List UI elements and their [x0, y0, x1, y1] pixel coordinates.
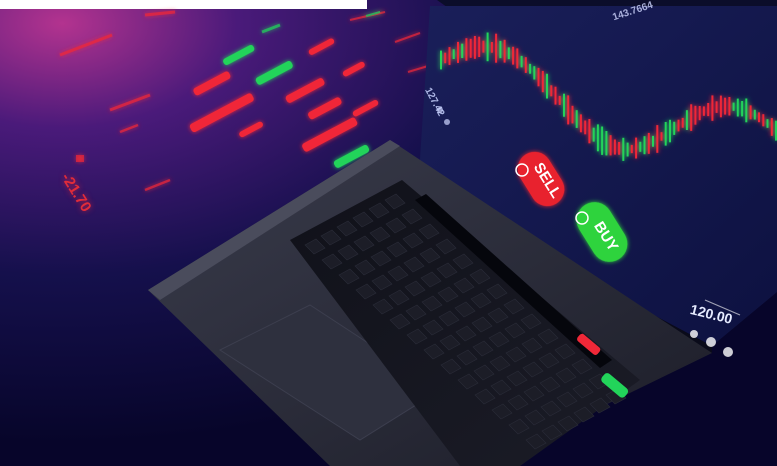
- screen-candle: [673, 121, 676, 135]
- screen-candle: [575, 110, 578, 128]
- screen-candle: [770, 118, 773, 136]
- screen-candle: [656, 125, 659, 153]
- screen-candle: [550, 85, 553, 97]
- screen-candle: [541, 70, 544, 93]
- screen-candle: [618, 142, 621, 155]
- trading-laptop-scene: -21.70 143.7664 127.42 120.00 SELL BUY: [0, 0, 777, 466]
- screen-candle: [766, 119, 769, 128]
- screen-candle: [694, 105, 697, 125]
- screen-candle: [762, 114, 765, 127]
- screen-candle: [554, 86, 557, 105]
- scene-illustration: [0, 0, 777, 466]
- screen-candle: [499, 40, 502, 59]
- screen-candle: [622, 137, 625, 161]
- top-white-strip: [0, 0, 367, 9]
- screen-candle: [652, 135, 654, 147]
- screen-candle: [592, 127, 595, 142]
- screen-candle: [444, 52, 447, 64]
- screen-candle: [473, 36, 476, 59]
- screen-candle: [537, 67, 540, 87]
- screen-candle: [452, 49, 455, 59]
- screen-candle: [533, 66, 536, 80]
- screen-candle: [440, 50, 442, 70]
- screen-candle: [719, 95, 722, 118]
- screen-candle: [469, 38, 472, 58]
- screen-candle: [690, 104, 693, 131]
- screen-candle: [609, 135, 612, 156]
- screen-candle: [495, 33, 498, 63]
- screen-candle: [630, 144, 633, 154]
- screen-candle: [512, 46, 515, 65]
- screen-candle: [465, 38, 468, 61]
- screen-candle: [507, 47, 510, 60]
- screen-candle: [698, 106, 701, 121]
- screen-candle: [486, 32, 489, 62]
- screen-candle: [728, 97, 731, 116]
- screen-candle: [753, 109, 756, 120]
- screen-candle: [664, 122, 667, 146]
- screen-candle: [702, 106, 705, 116]
- screen-candle: [626, 142, 629, 157]
- screen-candle: [579, 114, 582, 133]
- screen-candle: [563, 93, 565, 117]
- screen-candle: [669, 119, 671, 143]
- screen-candle: [749, 105, 752, 120]
- screen-candle: [711, 95, 714, 121]
- screen-candle: [643, 136, 646, 155]
- screen-candle: [520, 55, 523, 68]
- screen-candle: [639, 141, 642, 152]
- screen-candle: [736, 98, 739, 117]
- screen-candle: [724, 97, 727, 115]
- screen-candle: [490, 42, 493, 53]
- screen-candle: [732, 102, 735, 111]
- screen-candle: [596, 124, 599, 152]
- screen-candle: [758, 112, 760, 123]
- screen-candle: [571, 105, 574, 124]
- screen-candle: [660, 132, 663, 141]
- screen-candle: [516, 48, 519, 69]
- screen-candle: [503, 39, 506, 63]
- screen-candle: [448, 47, 451, 65]
- screen-candle: [482, 40, 485, 53]
- screen-candle: [681, 117, 684, 128]
- screen-candle: [707, 103, 710, 117]
- screen-candle: [567, 95, 570, 125]
- screen-candle: [741, 101, 744, 117]
- screen-candle: [613, 139, 616, 155]
- screen-candle: [546, 73, 548, 99]
- screen-candle: [605, 131, 608, 156]
- screen-candle: [478, 36, 481, 57]
- screen-candle: [745, 98, 748, 123]
- screen-candle: [677, 119, 680, 132]
- screen-candle: [635, 137, 638, 159]
- screen-candle: [715, 101, 718, 113]
- screen-candle: [584, 120, 587, 135]
- screen-candle: [558, 95, 561, 105]
- screen-candle: [601, 126, 604, 155]
- screen-candle: [685, 110, 688, 130]
- screen-candle: [461, 43, 464, 58]
- screen-candle: [524, 57, 527, 73]
- screen-candle: [647, 132, 650, 154]
- screen-candle: [457, 41, 459, 63]
- screen-candle: [588, 119, 591, 144]
- screen-candle: [529, 63, 532, 74]
